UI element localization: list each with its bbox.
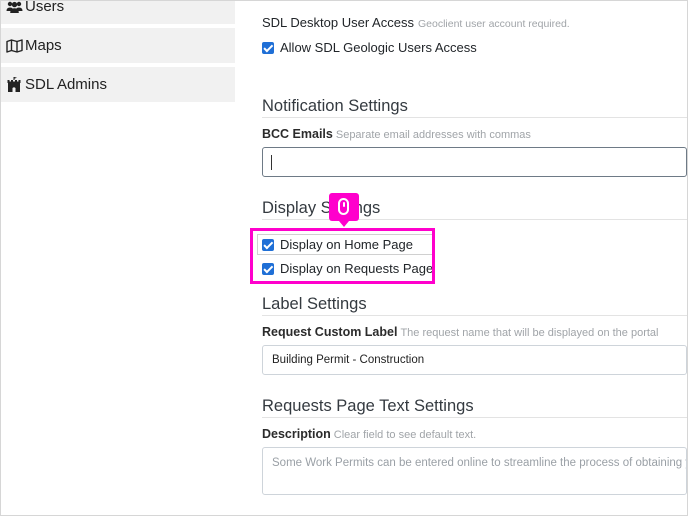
castle-icon	[5, 77, 23, 93]
highlight-box	[250, 228, 435, 284]
requests-text-title: Requests Page Text Settings	[262, 397, 474, 415]
section-divider	[262, 117, 687, 118]
desktop-access-label: SDL Desktop User Access	[262, 15, 414, 30]
mouse-icon	[338, 198, 349, 215]
description-label: Description	[262, 427, 331, 441]
desktop-access-row: SDL Desktop User Access Geoclient user ac…	[262, 15, 570, 30]
custom-label-hint: The request name that will be displayed …	[400, 327, 659, 339]
desktop-access-hint: Geoclient user account required.	[417, 18, 570, 30]
description-hint: Clear field to see default text.	[333, 429, 477, 441]
display-settings-title: Display Settings	[262, 199, 381, 217]
click-marker	[329, 193, 359, 227]
map-icon	[5, 38, 23, 54]
bcc-emails-hint: Separate email addresses with commas	[335, 129, 531, 141]
custom-label-input[interactable]: Building Permit - Construction	[262, 345, 687, 375]
sidebar-item-maps[interactable]: Maps	[1, 28, 235, 63]
section-divider	[262, 315, 687, 316]
bcc-emails-input[interactable]	[262, 147, 687, 177]
allow-geologic-checkbox[interactable]	[262, 41, 274, 54]
sidebar-item-sdl-admins[interactable]: SDL Admins	[1, 67, 235, 102]
bcc-emails-label: BCC Emails	[262, 127, 333, 141]
custom-label-row: Request Custom Label The request name tha…	[262, 325, 658, 339]
bcc-emails-label-row: BCC Emails Separate email addresses with …	[262, 127, 531, 141]
sidebar-item-label: Users	[25, 0, 65, 15]
users-icon	[5, 1, 23, 15]
allow-geologic-label: Allow SDL Geologic Users Access	[280, 40, 477, 55]
text-caret	[271, 155, 272, 170]
custom-label-value: Building Permit - Construction	[272, 354, 425, 366]
app-frame: Users Maps SDL Admins SDL Desktop User A…	[0, 0, 688, 516]
description-textarea[interactable]: Some Work Permits can be entered online …	[262, 447, 687, 495]
sidebar-item-label: SDL Admins	[25, 76, 107, 93]
custom-label-label: Request Custom Label	[262, 325, 398, 339]
sidebar-item-users[interactable]: Users	[1, 0, 235, 24]
allow-geologic-row[interactable]: Allow SDL Geologic Users Access	[262, 40, 477, 55]
section-divider	[262, 219, 687, 220]
notification-settings-title: Notification Settings	[262, 97, 408, 115]
sidebar-item-label: Maps	[25, 37, 62, 54]
description-placeholder: Some Work Permits can be entered online …	[272, 457, 687, 469]
label-settings-title: Label Settings	[262, 295, 367, 313]
description-label-row: Description Clear field to see default te…	[262, 427, 476, 441]
section-divider	[262, 417, 687, 418]
